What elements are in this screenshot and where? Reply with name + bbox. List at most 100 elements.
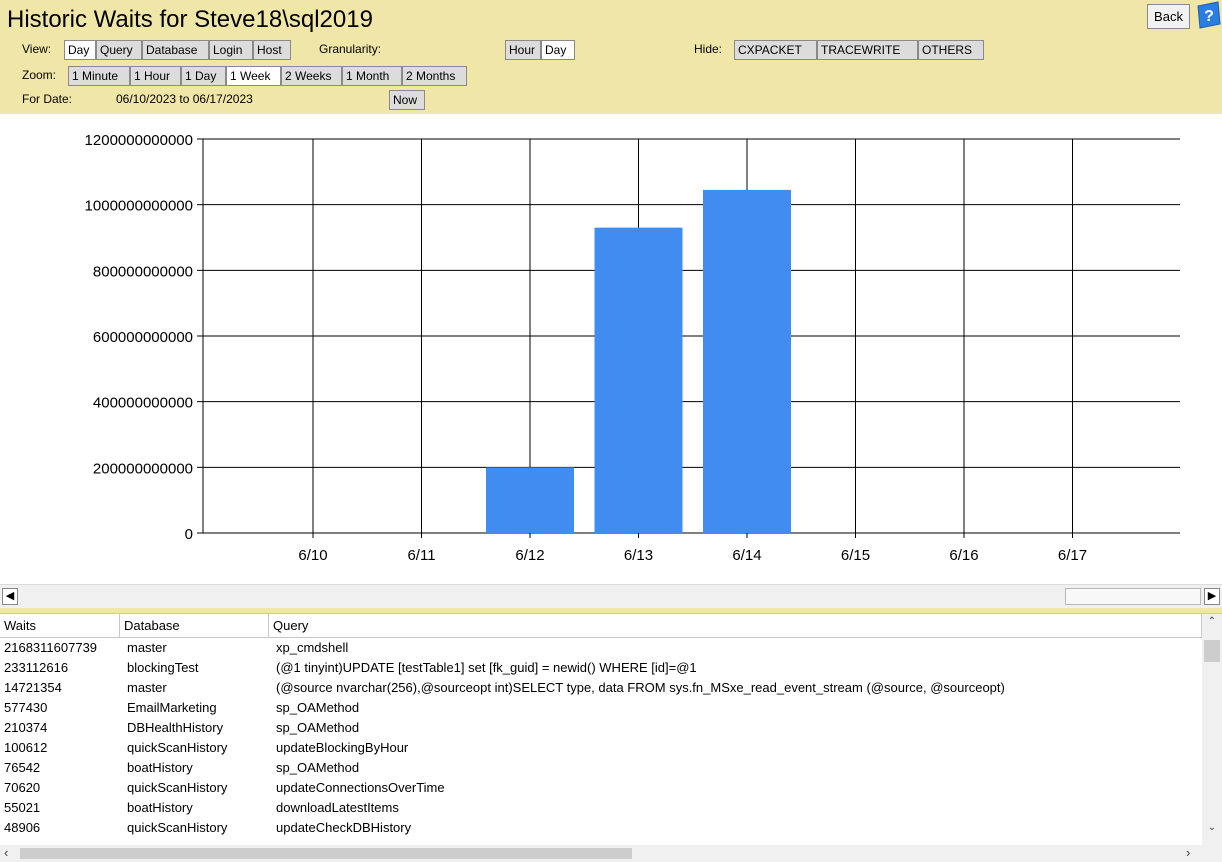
x-tick-label: 6/14 bbox=[732, 547, 761, 564]
header-panel: Historic Waits for Steve18\sql2019 View:… bbox=[0, 0, 1222, 114]
zoom-1-month-button[interactable]: 1 Month bbox=[342, 66, 402, 86]
view-query-button[interactable]: Query bbox=[96, 40, 142, 60]
for-date-label: For Date: bbox=[22, 92, 73, 106]
table-row[interactable]: 577430 EmailMarketing sp_OAMethod bbox=[0, 698, 1202, 718]
query-cell: updateConnectionsOverTime bbox=[276, 780, 445, 795]
waits-cell: 55021 bbox=[4, 800, 41, 815]
column-header-waits[interactable]: Waits bbox=[0, 614, 120, 638]
y-tick-label: 1000000000000 bbox=[85, 198, 193, 215]
hide-label: Hide: bbox=[694, 42, 723, 56]
zoom-2-weeks-button[interactable]: 2 Weeks bbox=[281, 66, 342, 86]
query-cell: sp_OAMethod bbox=[276, 760, 360, 775]
zoom-1-week-button[interactable]: 1 Week bbox=[226, 66, 281, 86]
grid-horizontal-scrollbar[interactable]: ‹ › bbox=[0, 845, 1222, 862]
y-tick-label: 600000000000 bbox=[93, 329, 193, 346]
database-cell: master bbox=[127, 640, 167, 655]
chart-bar-6-13[interactable] bbox=[594, 227, 683, 533]
view-login-button[interactable]: Login bbox=[209, 40, 253, 60]
column-header-database[interactable]: Database bbox=[120, 614, 269, 638]
table-row[interactable]: 48906 quickScanHistory updateCheckDBHistor… bbox=[0, 818, 1202, 838]
database-cell: DBHealthHistory bbox=[127, 720, 224, 735]
scroll-up-icon[interactable]: ⌃ bbox=[1202, 616, 1222, 632]
zoom-1-hour-button[interactable]: 1 Hour bbox=[130, 66, 181, 86]
help-icon[interactable]: ? bbox=[1192, 0, 1222, 30]
y-tick-label: 400000000000 bbox=[93, 395, 193, 412]
query-cell: updateCheckDBHistory bbox=[276, 820, 412, 835]
x-tick-label: 6/10 bbox=[298, 547, 327, 564]
waits-chart: 0 200000000000 400000000000 600000000000 800… bbox=[0, 114, 1222, 584]
zoom-1-minute-button[interactable]: 1 Minute bbox=[68, 66, 130, 86]
granularity-hour-button[interactable]: Hour bbox=[505, 40, 541, 60]
hide-tracewrite-button[interactable]: TRACEWRITE bbox=[817, 40, 918, 60]
x-tick-label: 6/17 bbox=[1058, 547, 1087, 564]
waits-cell: 14721354 bbox=[4, 680, 62, 695]
table-row[interactable]: 55021 boatHistory downloadLatestItems bbox=[0, 798, 1202, 818]
database-cell: quickScanHistory bbox=[127, 740, 228, 755]
zoom-1-day-button[interactable]: 1 Day bbox=[181, 66, 226, 86]
y-tick-label: 1200000000000 bbox=[85, 132, 193, 149]
svg-text:?: ? bbox=[1204, 8, 1214, 25]
granularity-label: Granularity: bbox=[319, 42, 382, 56]
scroll-right-icon[interactable]: ▶ bbox=[1204, 588, 1220, 605]
x-tick-label: 6/13 bbox=[624, 547, 653, 564]
grid-vertical-scrollbar[interactable]: ⌃ ⌄ bbox=[1202, 614, 1222, 846]
waits-cell: 70620 bbox=[4, 780, 41, 795]
grid-scroll-left-icon[interactable]: ‹ bbox=[4, 845, 18, 862]
x-tick-label: 6/11 bbox=[407, 547, 435, 564]
chart-bar-6-12[interactable] bbox=[486, 467, 574, 533]
grid-vscroll-thumb[interactable] bbox=[1204, 640, 1220, 662]
query-cell: (@source nvarchar(256),@sourceopt int)SE… bbox=[276, 680, 1005, 695]
waits-cell: 233112616 bbox=[4, 660, 69, 675]
query-cell: (@1 tinyint)UPDATE [testTable1] set [fk_… bbox=[276, 660, 697, 675]
zoom-2-months-button[interactable]: 2 Months bbox=[402, 66, 467, 86]
hide-cxpacket-button[interactable]: CXPACKET bbox=[734, 40, 817, 60]
zoom-label: Zoom: bbox=[22, 68, 57, 82]
chart-scroll-thumb[interactable] bbox=[1065, 588, 1201, 605]
database-cell: boatHistory bbox=[127, 800, 193, 815]
page-title: Historic Waits for Steve18\sql2019 bbox=[7, 6, 373, 33]
now-button[interactable]: Now bbox=[389, 90, 425, 110]
y-tick-label: 200000000000 bbox=[93, 460, 193, 477]
query-cell: downloadLatestItems bbox=[276, 800, 399, 815]
database-cell: master bbox=[127, 680, 167, 695]
view-label: View: bbox=[22, 42, 52, 56]
table-row[interactable]: 14721354 master (@source nvarchar(256),@so… bbox=[0, 678, 1202, 698]
waits-cell: 48906 bbox=[4, 820, 41, 835]
date-range-text: 06/10/2023 to 06/17/2023 bbox=[116, 92, 253, 106]
database-cell: EmailMarketing bbox=[127, 700, 217, 715]
x-tick-label: 6/15 bbox=[841, 547, 870, 564]
waits-cell: 2168311607739 bbox=[4, 640, 98, 655]
query-cell: sp_OAMethod bbox=[276, 720, 360, 735]
table-row[interactable]: 70620 quickScanHistory updateConnectionsOv… bbox=[0, 778, 1202, 798]
table-row[interactable]: 233112616 blockingTest (@1 tinyint)UPDATE … bbox=[0, 658, 1202, 678]
view-host-button[interactable]: Host bbox=[253, 40, 291, 60]
chart-horizontal-scrollbar[interactable]: ◀ ▶ bbox=[0, 584, 1222, 609]
scroll-left-icon[interactable]: ◀ bbox=[2, 588, 18, 605]
table-row[interactable]: 210374 DBHealthHistory sp_OAMethod bbox=[0, 718, 1202, 738]
database-cell: quickScanHistory bbox=[127, 780, 228, 795]
granularity-day-button[interactable]: Day bbox=[541, 40, 575, 60]
table-row[interactable]: 76542 boatHistory sp_OAMethod bbox=[0, 758, 1202, 778]
query-cell: xp_cmdshell bbox=[276, 640, 349, 655]
database-cell: blockingTest bbox=[127, 660, 199, 675]
view-day-button[interactable]: Day bbox=[64, 40, 96, 60]
grid-scroll-right-icon[interactable]: › bbox=[1186, 845, 1200, 862]
query-cell: updateBlockingByHour bbox=[276, 740, 409, 755]
database-cell: quickScanHistory bbox=[127, 820, 228, 835]
scroll-down-icon[interactable]: ⌄ bbox=[1202, 822, 1222, 838]
grid-hscroll-thumb[interactable] bbox=[20, 848, 632, 859]
view-database-button[interactable]: Database bbox=[142, 40, 209, 60]
waits-grid: Waits Database Query 2168311607739 master… bbox=[0, 613, 1222, 846]
back-button[interactable]: Back bbox=[1147, 4, 1190, 29]
table-row[interactable]: 100612 quickScanHistory updateBlockingByHo… bbox=[0, 738, 1202, 758]
chart-bar-6-14[interactable] bbox=[703, 189, 791, 533]
waits-cell: 76542 bbox=[4, 760, 41, 775]
table-row[interactable]: 2168311607739 master xp_cmdshell bbox=[0, 638, 1202, 658]
chart-svg: 0 200000000000 400000000000 600000000000 800… bbox=[85, 132, 1180, 564]
column-header-query[interactable]: Query bbox=[269, 614, 1202, 638]
y-tick-label: 800000000000 bbox=[93, 263, 193, 280]
hide-others-button[interactable]: OTHERS bbox=[918, 40, 984, 60]
x-tick-label: 6/12 bbox=[515, 547, 544, 564]
waits-cell: 100612 bbox=[4, 740, 48, 755]
database-cell: boatHistory bbox=[127, 760, 193, 775]
